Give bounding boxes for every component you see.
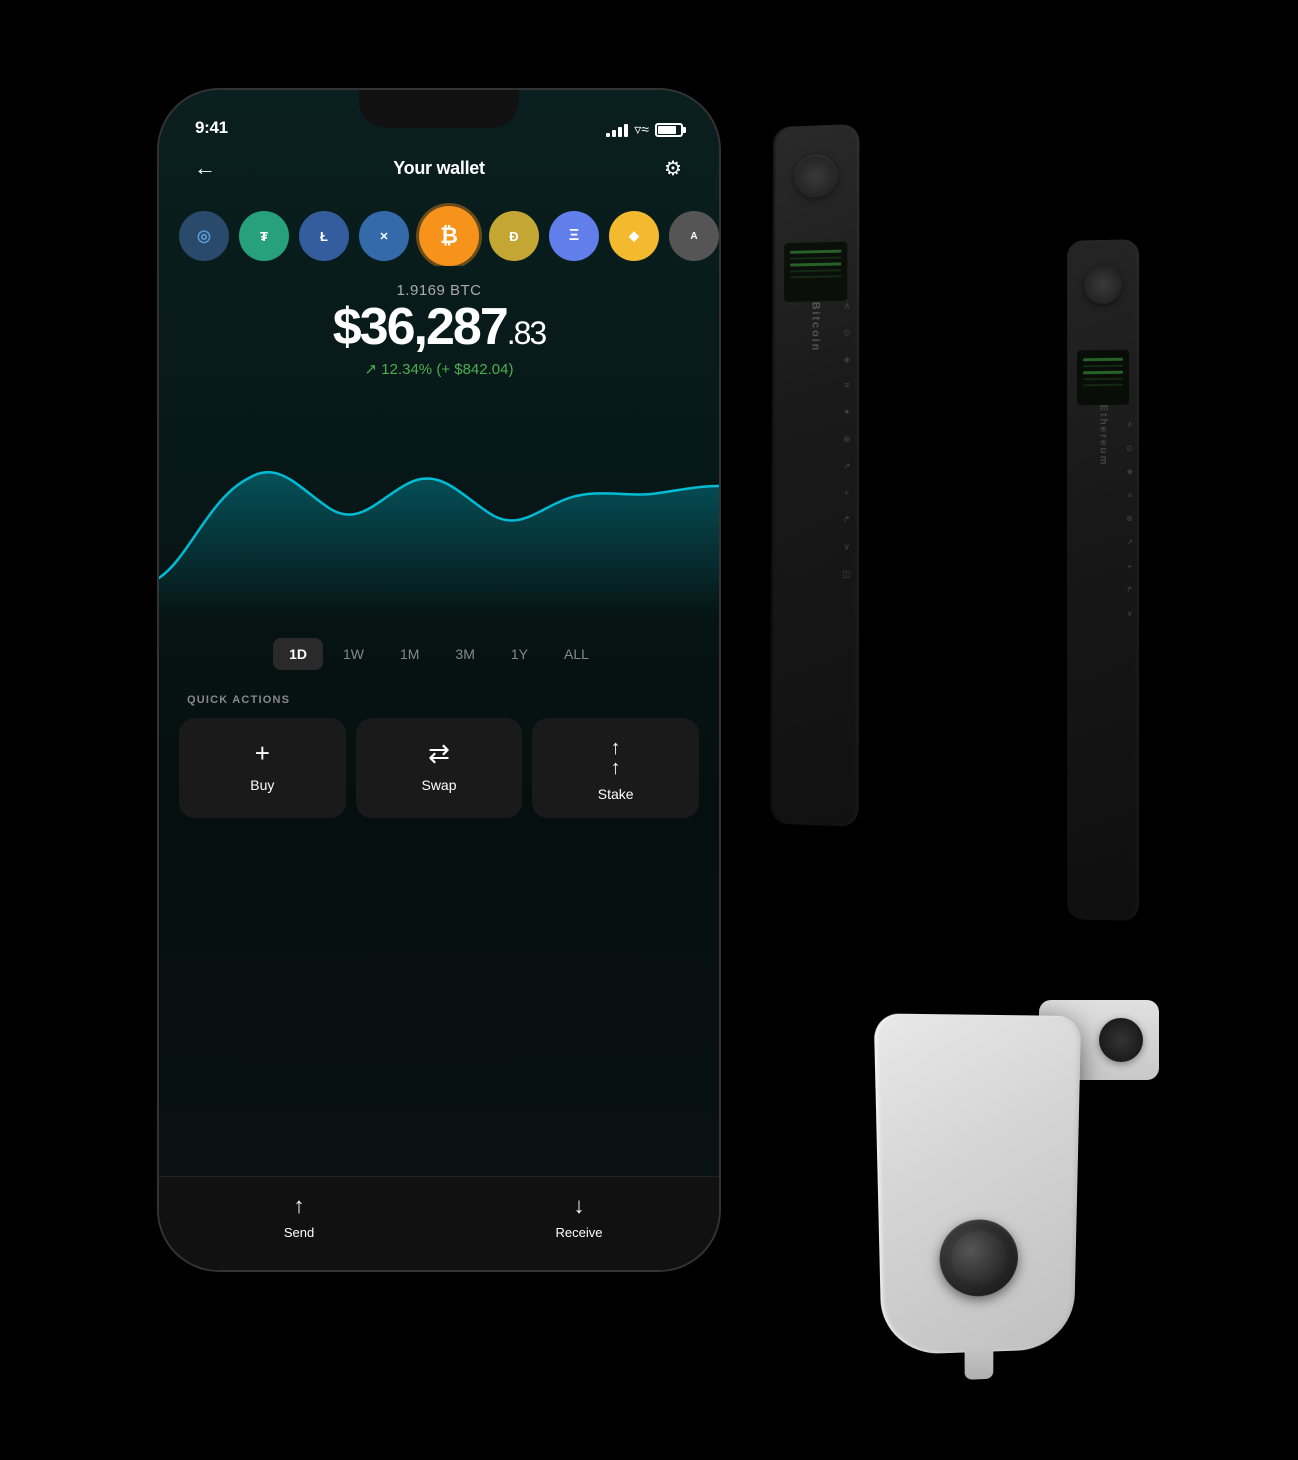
crypto-balance: 1.9169 BTC	[159, 282, 719, 299]
time-btn-1y[interactable]: 1Y	[495, 638, 544, 670]
nano-x1-top-button	[794, 154, 837, 198]
phone-device: 9:41 ▿≈ ← Your wallet ⚙ ◎	[159, 90, 719, 1270]
time-btn-3m[interactable]: 3M	[439, 638, 490, 670]
settings-button[interactable]: ⚙	[655, 150, 691, 186]
change-amount: (+ $842.04)	[436, 361, 513, 378]
nano-x-device-2: Ethereum ∧ ⊙ ◈ ≡ ⊕ ↗ + ↱ ∨	[1067, 239, 1139, 921]
fiat-main: $36,287	[333, 298, 507, 356]
nano-x2-screen	[1077, 350, 1129, 406]
coin-item-bitcoin-active[interactable]: ₿	[419, 206, 479, 266]
coin-item-other[interactable]: ◎	[179, 211, 229, 261]
coin-item-litecoin[interactable]: Ł	[299, 211, 349, 261]
coin-item-ethereum[interactable]: Ξ	[549, 211, 599, 261]
battery-icon	[655, 123, 683, 137]
nano-x2-top-button	[1084, 266, 1122, 305]
coin-item-xrp[interactable]: ✕	[359, 211, 409, 261]
nano-x2-label: Ethereum	[1098, 404, 1109, 466]
stake-icon: ↑↑	[611, 738, 621, 778]
nano-s-connector	[965, 1342, 994, 1380]
time-btn-1m[interactable]: 1M	[384, 638, 435, 670]
phone-header: ← Your wallet ⚙	[159, 146, 719, 186]
coin-item-algo[interactable]: A	[669, 211, 719, 261]
page-title: Your wallet	[393, 158, 484, 179]
wifi-icon: ▿≈	[634, 121, 649, 138]
nano-x1-controls: ∧ ⊙ ◈ ≡ ✦ ⊕ ↗ + ↱ ∨ ◫	[842, 301, 851, 580]
time-btn-all[interactable]: ALL	[548, 638, 605, 670]
coin-item-tether[interactable]: ₮	[239, 211, 289, 261]
send-icon: ↑	[294, 1193, 305, 1219]
nano-small-button	[1099, 1018, 1143, 1062]
time-btn-1w[interactable]: 1W	[327, 638, 380, 670]
balance-section: 1.9169 BTC $36,287.83 ↗ 12.34% (+ $842.0…	[159, 266, 719, 382]
coin-row: ◎ ₮ Ł ✕ ₿ Ð Ξ ◆ A	[159, 186, 719, 266]
swap-button[interactable]: ⇄ Swap	[356, 718, 523, 818]
back-button[interactable]: ←	[187, 150, 223, 186]
swap-label: Swap	[421, 777, 456, 793]
action-buttons: + Buy ⇄ Swap ↑↑ Stake	[159, 718, 719, 842]
chart-svg	[159, 398, 719, 618]
phone-screen: 9:41 ▿≈ ← Your wallet ⚙ ◎	[159, 90, 719, 1270]
quick-actions-label: QUICK ACTIONS	[159, 694, 719, 718]
receive-icon: ↓	[574, 1193, 585, 1219]
coin-item-bnb[interactable]: ◆	[609, 211, 659, 261]
nano-x1-screen	[784, 242, 847, 302]
status-icons: ▿≈	[606, 121, 683, 138]
balance-change: ↗ 12.34% (+ $842.04)	[159, 360, 719, 378]
nano-x1-label: Bitcoin	[809, 302, 821, 353]
buy-button[interactable]: + Buy	[179, 718, 346, 818]
coin-item-dogecoin[interactable]: Ð	[489, 211, 539, 261]
buy-icon: +	[255, 738, 270, 769]
bottom-bar: ↑ Send ↓ Receive	[159, 1176, 719, 1270]
time-period-selector: 1D 1W 1M 3M 1Y ALL	[159, 618, 719, 694]
scene: 9:41 ▿≈ ← Your wallet ⚙ ◎	[99, 40, 1199, 1420]
receive-button[interactable]: ↓ Receive	[439, 1193, 719, 1240]
change-percent: ↗ 12.34%	[365, 361, 433, 378]
stake-button[interactable]: ↑↑ Stake	[532, 718, 699, 818]
nano-s-button	[939, 1219, 1018, 1297]
stake-label: Stake	[598, 786, 634, 802]
signal-icon	[606, 123, 628, 137]
nano-x-device-1: Bitcoin ∧ ⊙ ◈ ≡ ✦ ⊕ ↗ + ↱ ∨ ◫	[770, 124, 860, 827]
nano-s-device	[874, 1013, 1081, 1355]
price-chart	[159, 398, 719, 618]
phone-notch	[359, 90, 519, 128]
send-label: Send	[284, 1225, 314, 1240]
receive-label: Receive	[556, 1225, 603, 1240]
send-button[interactable]: ↑ Send	[159, 1193, 439, 1240]
time-btn-1d[interactable]: 1D	[273, 638, 323, 670]
fiat-balance: $36,287.83	[159, 299, 719, 356]
fiat-cents: .83	[507, 315, 545, 351]
status-time: 9:41	[195, 118, 228, 138]
buy-label: Buy	[250, 777, 274, 793]
swap-icon: ⇄	[428, 738, 450, 769]
